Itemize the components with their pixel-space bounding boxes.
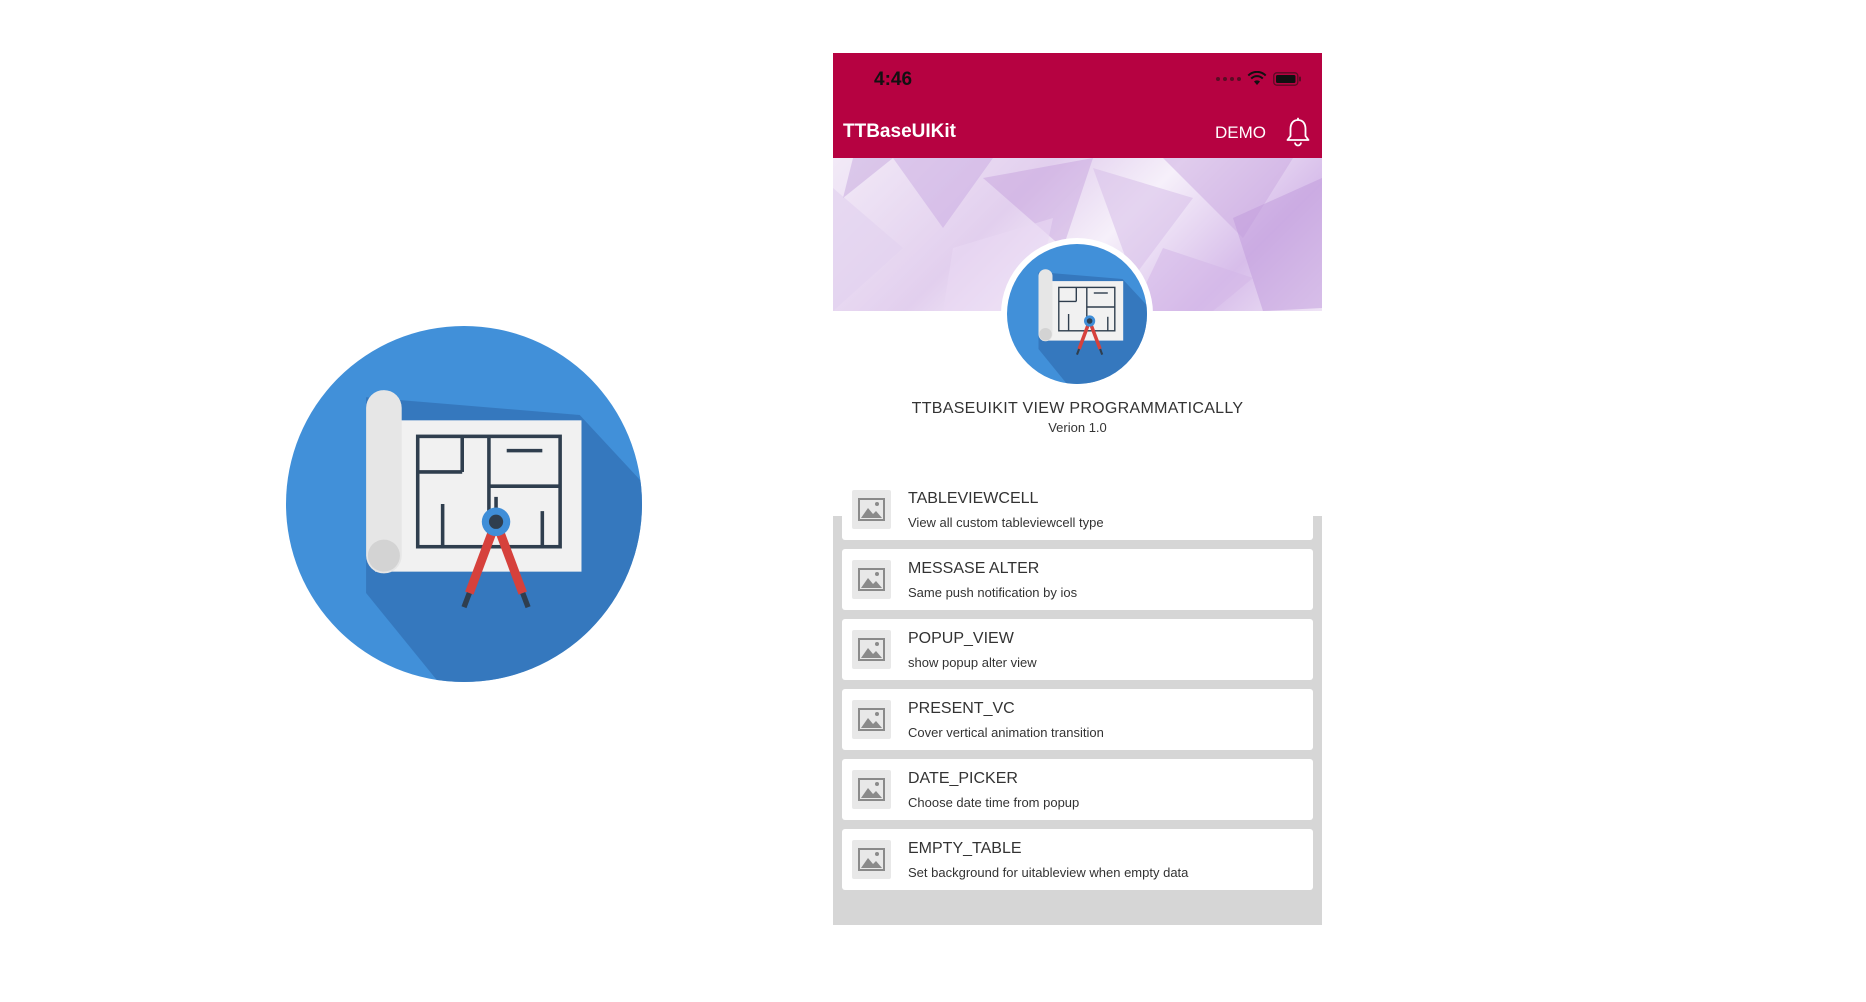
header-title: TTBASEUIKIT VIEW PROGRAMMATICALLY bbox=[911, 400, 1244, 417]
menu-list: TABLEVIEWCELL View all custom tableviewc… bbox=[842, 479, 1313, 899]
list-item-subtitle: View all custom tableviewcell type bbox=[908, 515, 1104, 530]
list-item-title: TABLEVIEWCELL bbox=[908, 490, 1039, 507]
list-item-subtitle: Choose date time from popup bbox=[908, 795, 1080, 810]
image-placeholder-icon bbox=[852, 770, 891, 809]
header-version: Verion 1.0 bbox=[1048, 420, 1107, 435]
status-icons bbox=[1216, 71, 1302, 86]
list-item-subtitle: Cover vertical animation transition bbox=[908, 725, 1104, 740]
app-logo-icon bbox=[286, 326, 642, 682]
image-placeholder-icon bbox=[852, 490, 891, 529]
demo-button[interactable]: DEMO bbox=[1215, 123, 1266, 143]
status-time: 4:46 bbox=[874, 69, 913, 90]
nav-title: TTBaseUIKit bbox=[843, 121, 956, 142]
phone-screen: 4:46 TTBaseUIKit DEMO TTBASEUIKIT VIEW P… bbox=[833, 53, 1322, 925]
wifi-icon bbox=[1247, 71, 1267, 85]
list-item-title: EMPTY_TABLE bbox=[908, 840, 1022, 857]
bell-icon[interactable] bbox=[1284, 117, 1312, 147]
list-item-message-alter[interactable]: MESSASE ALTER Same push notification by … bbox=[842, 549, 1313, 610]
image-placeholder-icon bbox=[852, 560, 891, 599]
list-item-title: DATE_PICKER bbox=[908, 770, 1018, 787]
list-item-empty-table[interactable]: EMPTY_TABLE Set background for uitablevi… bbox=[842, 829, 1313, 890]
battery-icon bbox=[1273, 71, 1301, 86]
nav-bar: TTBaseUIKit DEMO bbox=[833, 105, 1322, 158]
list-item-subtitle: show popup alter view bbox=[908, 655, 1037, 670]
list-item-title: MESSASE ALTER bbox=[908, 560, 1040, 577]
list-item-title: POPUP_VIEW bbox=[908, 630, 1014, 647]
avatar bbox=[1001, 238, 1153, 390]
list-item-date-picker[interactable]: DATE_PICKER Choose date time from popup bbox=[842, 759, 1313, 820]
list-item-subtitle: Same push notification by ios bbox=[908, 585, 1078, 600]
signal-icon bbox=[1216, 76, 1241, 81]
list-item-popup-view[interactable]: POPUP_VIEW show popup alter view bbox=[842, 619, 1313, 680]
status-bar: 4:46 bbox=[833, 53, 1322, 105]
blueprint-compass-icon bbox=[1007, 244, 1147, 384]
list-item-subtitle: Set background for uitableview when empt… bbox=[908, 865, 1189, 880]
image-placeholder-icon bbox=[852, 840, 891, 879]
list-item-title: PRESENT_VC bbox=[908, 700, 1015, 717]
header: TTBASEUIKIT VIEW PROGRAMMATICALLY Verion… bbox=[833, 158, 1322, 516]
image-placeholder-icon bbox=[852, 700, 891, 739]
list-item-tableviewcell[interactable]: TABLEVIEWCELL View all custom tableviewc… bbox=[842, 479, 1313, 540]
canvas: 4:46 TTBaseUIKit DEMO TTBASEUIKIT VIEW P… bbox=[0, 0, 1866, 1002]
list-item-present-vc[interactable]: PRESENT_VC Cover vertical animation tran… bbox=[842, 689, 1313, 750]
image-placeholder-icon bbox=[852, 630, 891, 669]
